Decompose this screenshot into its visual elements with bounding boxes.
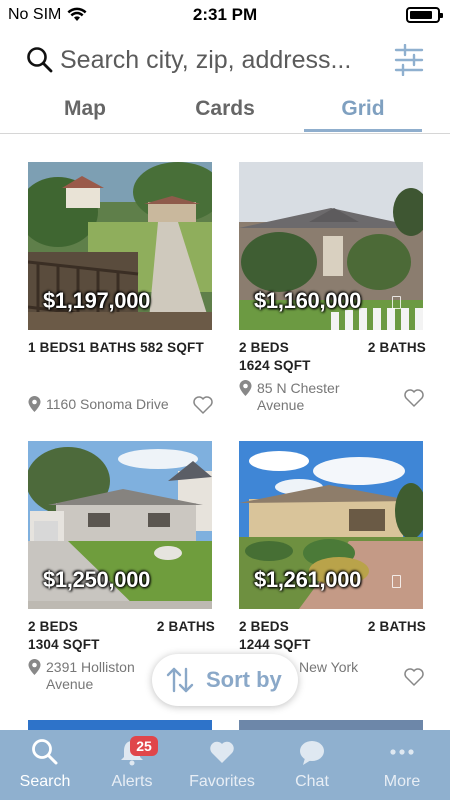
listing-baths: 2 BATHS [367,340,426,355]
listing-address: 2391 Holliston Avenue [46,659,135,692]
chat-bubble-icon [300,741,324,765]
listing-address: 1160 Sonoma Drive [46,396,169,412]
listing-price: $1,197,000 [43,288,151,313]
tab-bar-label: Alerts [111,773,153,790]
more-dots-icon [390,749,414,755]
listing-sqft: 1624 SQFT [239,358,311,373]
bottom-tab-bar: Search 25 Alerts Favorites Chat More [0,730,450,800]
location-pin-icon [28,659,41,675]
listing-specs: 1 BEDS1 BATHS 582 SQFT [28,340,216,355]
listing-beds: 1 BEDS [28,340,78,355]
photo-count-icon [392,575,401,588]
tab-map[interactable]: Map [30,94,140,132]
tab-grid[interactable]: Grid [304,94,422,132]
listing-address: New York [299,659,359,675]
battery-icon [406,7,443,23]
listing-price: $1,160,000 [254,288,362,313]
tab-bar-label: Search [19,773,71,790]
listing-photo[interactable]: $1,160,000 [239,162,423,330]
tab-cards[interactable]: Cards [170,94,280,132]
listing-price: $1,250,000 [43,567,151,592]
search-bar [0,38,450,82]
listing-address: 85 N Chester Avenue [257,380,340,413]
sort-by-button[interactable]: Sort by [152,654,298,706]
tab-bar-label: Chat [295,773,329,790]
clock: 2:31 PM [192,5,258,24]
filter-sliders-icon[interactable] [394,44,424,76]
listing-photo[interactable]: $1,250,000 [28,441,212,609]
sort-by-label: Sort by [206,667,282,692]
tab-bar-search[interactable]: Search [0,730,90,800]
search-icon [32,739,58,765]
location-pin-icon [239,380,252,396]
listing-sqft: 582 SQFT [140,340,204,355]
sort-arrows-icon [166,667,194,693]
listing-photo[interactable]: $1,197,000 [28,162,212,330]
heart-icon [210,741,234,763]
photo-count-icon [392,296,401,309]
listing-baths: 2 BATHS [156,619,215,634]
alerts-count-badge: 25 [130,736,158,756]
listing-photo[interactable]: $1,261,000 [239,441,423,609]
view-tabs: Map Cards Grid [0,94,450,134]
tab-bar-alerts[interactable]: 25 Alerts [87,730,177,800]
location-pin-icon [28,396,41,412]
favorite-heart-icon[interactable] [192,395,214,415]
favorite-heart-icon[interactable] [403,667,425,687]
listing-baths: 1 BATHS [77,340,137,355]
tab-bar-chat[interactable]: Chat [267,730,357,800]
listing-baths: 2 BATHS [367,619,426,634]
status-bar: No SIM 2:31 PM [0,0,450,30]
listing-price: $1,261,000 [254,567,362,592]
favorite-heart-icon[interactable] [403,388,425,408]
listing-sqft: 1244 SQFT [239,637,311,652]
tab-bar-label: Favorites [189,773,255,790]
tab-bar-favorites[interactable]: Favorites [177,730,267,800]
tab-bar-more[interactable]: More [357,730,447,800]
search-input[interactable] [60,42,380,78]
listing-sqft: 1304 SQFT [28,637,100,652]
tab-bar-label: More [383,773,421,790]
search-icon [27,47,53,73]
